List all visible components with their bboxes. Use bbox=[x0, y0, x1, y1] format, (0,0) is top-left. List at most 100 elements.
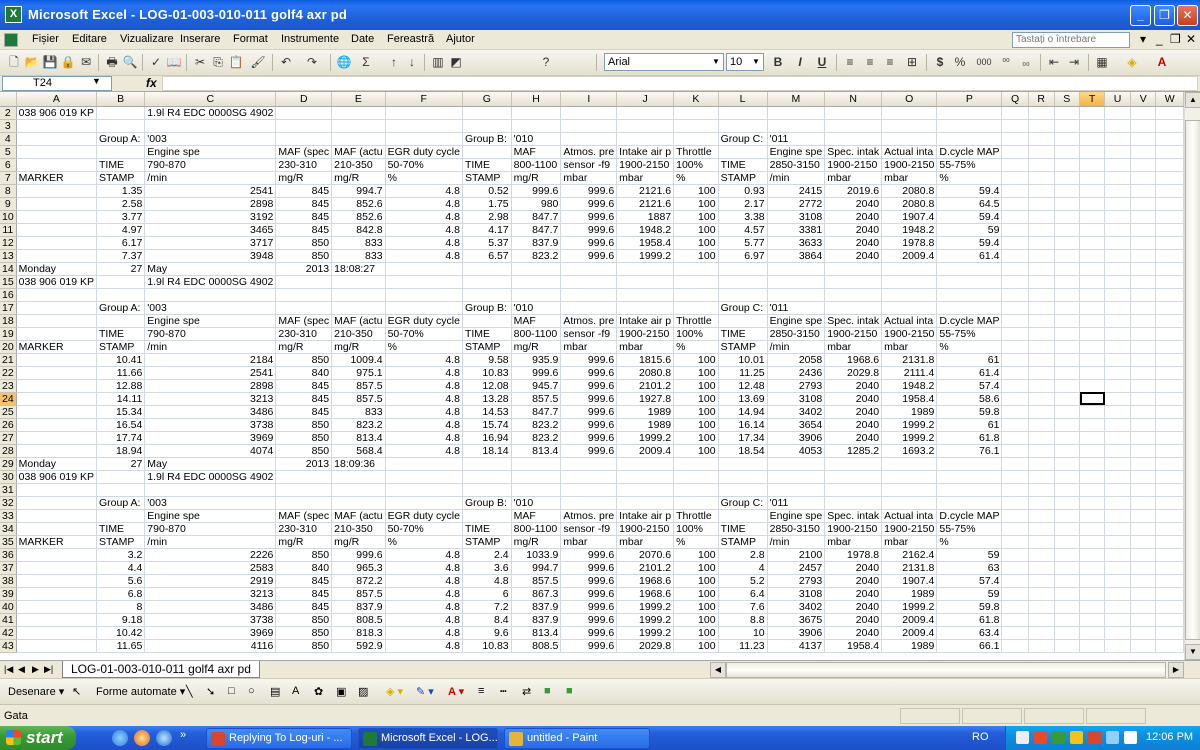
increase-indent-icon[interactable]: ⇥ bbox=[1066, 54, 1082, 70]
cell-m42[interactable]: 3906 bbox=[767, 626, 826, 640]
cell-t32[interactable] bbox=[1079, 496, 1106, 510]
cell-m25[interactable]: 3402 bbox=[767, 405, 826, 419]
cell-g27[interactable]: 16.94 bbox=[462, 431, 512, 445]
cell-n39[interactable]: 2040 bbox=[824, 587, 883, 601]
shadow-icon[interactable]: ■ bbox=[544, 685, 551, 697]
chevron-down-icon[interactable]: ▼ bbox=[710, 55, 722, 69]
cell-e11[interactable]: 842.8 bbox=[331, 223, 386, 237]
cell-w26[interactable] bbox=[1155, 418, 1184, 432]
cell-m4[interactable]: '011 bbox=[767, 132, 826, 146]
cell-n14[interactable] bbox=[824, 262, 883, 276]
cell-u9[interactable] bbox=[1104, 197, 1131, 211]
cell-k22[interactable]: 100 bbox=[673, 366, 719, 380]
percent-button[interactable]: % bbox=[952, 54, 968, 70]
cell-t3[interactable] bbox=[1079, 119, 1106, 133]
cell-m26[interactable]: 3654 bbox=[767, 418, 826, 432]
cell-g29[interactable] bbox=[462, 457, 512, 471]
cell-g28[interactable]: 18.14 bbox=[462, 444, 512, 458]
cell-q33[interactable] bbox=[1001, 509, 1029, 523]
cell-s11[interactable] bbox=[1054, 223, 1081, 237]
cell-b34[interactable]: TIME bbox=[96, 522, 146, 536]
cell-w14[interactable] bbox=[1155, 262, 1184, 276]
chart-wizard-icon[interactable]: ▥ bbox=[430, 54, 446, 70]
cell-d5[interactable]: MAF (spec bbox=[275, 145, 333, 159]
cell-a9[interactable] bbox=[16, 197, 97, 211]
cell-v41[interactable] bbox=[1130, 613, 1157, 627]
cell-j39[interactable]: 1968.6 bbox=[616, 587, 675, 601]
cell-h43[interactable]: 808.5 bbox=[511, 639, 562, 653]
cell-n17[interactable] bbox=[824, 301, 883, 315]
cell-k36[interactable]: 100 bbox=[673, 548, 719, 562]
cell-o26[interactable]: 1999.2 bbox=[881, 418, 938, 432]
cell-h34[interactable]: 800-1100 bbox=[511, 522, 562, 536]
cell-w23[interactable] bbox=[1155, 379, 1184, 393]
cell-q28[interactable] bbox=[1001, 444, 1029, 458]
cell-q2[interactable] bbox=[1001, 106, 1029, 120]
cell-c12[interactable]: 3717 bbox=[144, 236, 277, 250]
cell-m39[interactable]: 3108 bbox=[767, 587, 826, 601]
cell-l3[interactable] bbox=[718, 119, 768, 133]
row-header[interactable]: 8 bbox=[0, 184, 17, 198]
cell-d34[interactable]: 230-310 bbox=[275, 522, 333, 536]
cell-h20[interactable]: mg/R bbox=[511, 340, 562, 354]
antivirus-icon[interactable] bbox=[1088, 731, 1101, 744]
cell-h35[interactable]: mg/R bbox=[511, 535, 562, 549]
cell-r28[interactable] bbox=[1028, 444, 1055, 458]
menu-file[interactable]: Fișier bbox=[32, 33, 59, 45]
cell-g18[interactable] bbox=[462, 314, 512, 328]
cell-i24[interactable]: 999.6 bbox=[560, 392, 618, 406]
cell-t18[interactable] bbox=[1079, 314, 1106, 328]
cell-v15[interactable] bbox=[1130, 275, 1157, 289]
cell-s42[interactable] bbox=[1054, 626, 1081, 640]
cell-q34[interactable] bbox=[1001, 522, 1029, 536]
cell-h26[interactable]: 823.2 bbox=[511, 418, 562, 432]
cell-o38[interactable]: 1907.4 bbox=[881, 574, 938, 588]
cell-v32[interactable] bbox=[1130, 496, 1157, 510]
cell-u35[interactable] bbox=[1104, 535, 1131, 549]
cell-h22[interactable]: 999.6 bbox=[511, 366, 562, 380]
column-header-w[interactable]: W bbox=[1155, 92, 1184, 107]
cell-b8[interactable]: 1.35 bbox=[96, 184, 146, 198]
cell-c6[interactable]: 790-870 bbox=[144, 158, 277, 172]
cell-c11[interactable]: 3465 bbox=[144, 223, 277, 237]
quicklaunch-ie-icon[interactable] bbox=[112, 730, 128, 746]
cell-j7[interactable]: mbar bbox=[616, 171, 675, 185]
cell-r25[interactable] bbox=[1028, 405, 1055, 419]
cell-l17[interactable]: Group C: bbox=[718, 301, 768, 315]
cell-l42[interactable]: 10 bbox=[718, 626, 768, 640]
cell-l18[interactable] bbox=[718, 314, 768, 328]
cell-p41[interactable]: 61.8 bbox=[936, 613, 1003, 627]
row-header[interactable]: 14 bbox=[0, 262, 17, 276]
currency-button[interactable]: $ bbox=[932, 54, 948, 70]
cell-k5[interactable]: Throttle bbox=[673, 145, 719, 159]
cell-j25[interactable]: 1989 bbox=[616, 405, 675, 419]
cell-c17[interactable]: '003 bbox=[144, 301, 277, 315]
cell-f36[interactable]: 4.8 bbox=[385, 548, 463, 562]
row-header[interactable]: 20 bbox=[0, 340, 17, 354]
cell-b26[interactable]: 16.54 bbox=[96, 418, 146, 432]
cell-t22[interactable] bbox=[1079, 366, 1106, 380]
cell-q9[interactable] bbox=[1001, 197, 1029, 211]
cell-f22[interactable]: 4.8 bbox=[385, 366, 463, 380]
cell-t6[interactable] bbox=[1079, 158, 1106, 172]
column-header-c[interactable]: C bbox=[144, 92, 277, 107]
cell-u20[interactable] bbox=[1104, 340, 1131, 354]
cell-q31[interactable] bbox=[1001, 483, 1029, 497]
cell-r41[interactable] bbox=[1028, 613, 1055, 627]
cell-h13[interactable]: 823.2 bbox=[511, 249, 562, 263]
cell-e35[interactable]: mg/R bbox=[331, 535, 386, 549]
chevron-down-icon[interactable]: ▼ bbox=[750, 55, 762, 69]
cell-k31[interactable] bbox=[673, 483, 719, 497]
cell-i31[interactable] bbox=[560, 483, 618, 497]
cell-r29[interactable] bbox=[1028, 457, 1055, 471]
cell-l31[interactable] bbox=[718, 483, 768, 497]
paste-icon[interactable]: 📋 bbox=[228, 54, 244, 70]
cell-q8[interactable] bbox=[1001, 184, 1029, 198]
row-header[interactable]: 3 bbox=[0, 119, 17, 133]
cell-j11[interactable]: 1948.2 bbox=[616, 223, 675, 237]
cell-b12[interactable]: 6.17 bbox=[96, 236, 146, 250]
cell-u36[interactable] bbox=[1104, 548, 1131, 562]
cell-m33[interactable]: Engine spe bbox=[767, 509, 826, 523]
cell-c29[interactable]: May bbox=[144, 457, 277, 471]
cell-o29[interactable] bbox=[881, 457, 938, 471]
